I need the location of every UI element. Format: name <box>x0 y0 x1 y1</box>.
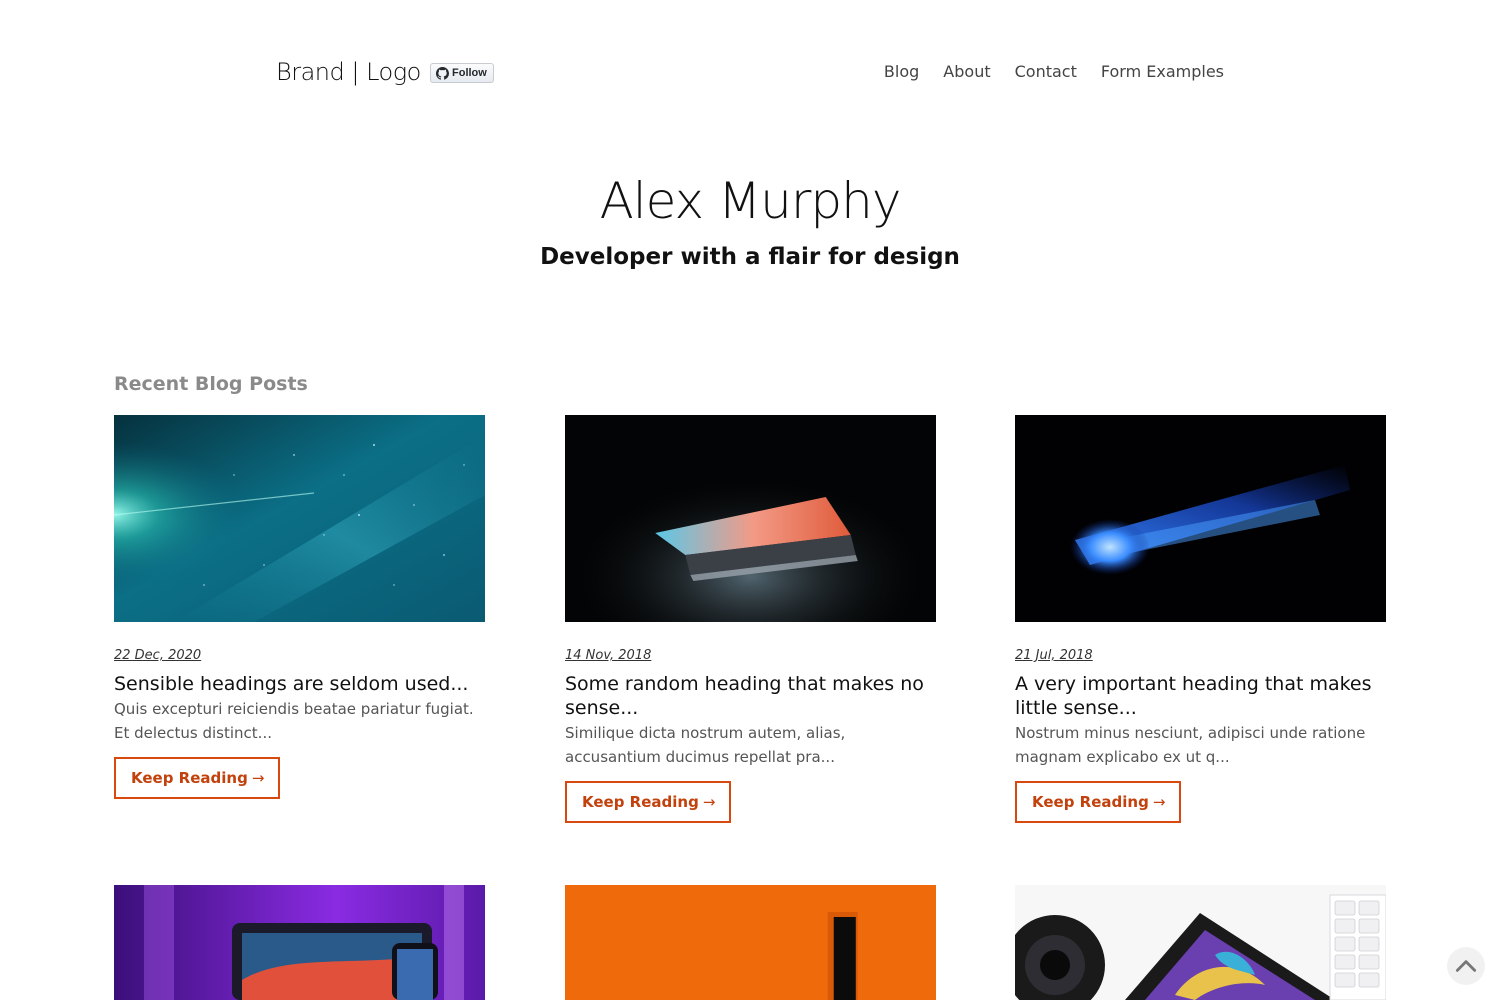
post-date[interactable]: 21 Jul, 2018 <box>1015 648 1386 663</box>
glowing-laptop-image <box>565 415 936 622</box>
chevron-up-icon <box>1455 960 1477 972</box>
post-thumbnail-phone-camera[interactable] <box>1015 885 1386 1000</box>
post-excerpt: Similique dicta nostrum autem, alias, ac… <box>565 724 846 766</box>
blog-card <box>114 885 485 1000</box>
recent-posts-heading: Recent Blog Posts <box>114 373 308 395</box>
post-thumbnail-laptop[interactable] <box>565 415 936 622</box>
scroll-to-top-button[interactable] <box>1447 947 1485 985</box>
arrow-right-icon: → <box>251 769 265 787</box>
site-header: Brand | Logo Follow Blog About Contact F… <box>0 0 1500 150</box>
post-thumbnail-light-streak[interactable] <box>1015 415 1386 622</box>
blog-card: 14 Nov, 2018 Some random heading that ma… <box>565 415 936 823</box>
blog-card: 22 Dec, 2020 Sensible headings are seldo… <box>114 415 485 799</box>
post-date[interactable]: 14 Nov, 2018 <box>565 648 936 663</box>
post-excerpt: Quis excepturi reiciendis beatae pariatu… <box>114 700 474 742</box>
blue-light-streak-image <box>1015 415 1386 622</box>
post-thumbnail-purple-desk[interactable] <box>114 885 485 1000</box>
nav-link-form-examples[interactable]: Form Examples <box>1101 62 1224 81</box>
post-date[interactable]: 22 Dec, 2020 <box>114 648 485 663</box>
keep-reading-label: Keep Reading <box>582 793 699 811</box>
purple-desk-image <box>114 885 485 1000</box>
post-title[interactable]: A very important heading that makes litt… <box>1015 672 1386 720</box>
post-excerpt: Nostrum minus nesciunt, adipisci unde ra… <box>1015 724 1366 766</box>
nav-link-about[interactable]: About <box>943 62 990 81</box>
arrow-right-icon: → <box>702 793 716 811</box>
github-follow-label: Follow <box>452 67 487 79</box>
nav-link-blog[interactable]: Blog <box>884 62 919 81</box>
post-title[interactable]: Sensible headings are seldom used... <box>114 672 485 696</box>
blog-card <box>1015 885 1386 1000</box>
main-nav: Blog About Contact Form Examples <box>884 62 1224 81</box>
hero-tagline: Developer with a flair for design <box>540 244 960 270</box>
keep-reading-label: Keep Reading <box>131 769 248 787</box>
keep-reading-button[interactable]: Keep Reading → <box>1015 781 1182 823</box>
keep-reading-label: Keep Reading <box>1032 793 1149 811</box>
orange-wall-image <box>565 885 936 1000</box>
nav-link-contact[interactable]: Contact <box>1015 62 1077 81</box>
post-thumbnail-orange-wall[interactable] <box>565 885 936 1000</box>
hero-name: Alex Murphy <box>599 172 902 230</box>
keep-reading-button[interactable]: Keep Reading → <box>565 781 732 823</box>
blog-card <box>565 885 936 1000</box>
blog-card: 21 Jul, 2018 A very important heading th… <box>1015 415 1386 823</box>
phone-camera-image <box>1015 885 1386 1000</box>
post-thumbnail-night-sky[interactable] <box>114 415 485 622</box>
github-follow-button[interactable]: Follow <box>430 63 494 83</box>
night-sky-image <box>114 415 485 622</box>
arrow-right-icon: → <box>1152 793 1166 811</box>
post-title[interactable]: Some random heading that makes no sense.… <box>565 672 936 720</box>
brand-logo[interactable]: Brand | Logo <box>276 58 421 86</box>
github-icon <box>436 66 449 80</box>
keep-reading-button[interactable]: Keep Reading → <box>114 757 281 799</box>
